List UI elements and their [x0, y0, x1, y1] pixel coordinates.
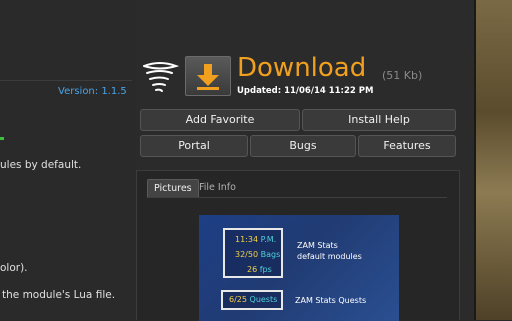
- time-value: 11:34: [235, 235, 259, 244]
- download-button[interactable]: [185, 56, 231, 96]
- tornado-icon: [143, 62, 179, 92]
- download-link[interactable]: Download: [237, 53, 366, 83]
- tab-file-info[interactable]: File Info: [193, 179, 242, 197]
- bags-label: Bags: [260, 250, 281, 259]
- background-texture: [474, 0, 512, 320]
- stats-box: 11:34 P.M. 32/50 Bags 26 fps: [223, 228, 283, 278]
- quests-label: Quests: [249, 295, 278, 304]
- caption-quests: ZAM Stats Quests: [295, 296, 367, 305]
- bags-stat: 32/50 Bags: [235, 250, 280, 259]
- portal-button[interactable]: Portal: [140, 135, 248, 157]
- fps-value: 26: [247, 265, 258, 274]
- fps-stat: 26 fps: [247, 265, 272, 274]
- description-line: olor).: [0, 262, 28, 274]
- addon-detail-panel: Version: 1.1.5 ules by default. olor). t…: [0, 0, 476, 321]
- caption-title: ZAM Stats: [297, 241, 338, 250]
- quests-box: 6/25 Quests: [221, 290, 283, 310]
- version-label: Version: 1.1.5: [58, 86, 127, 97]
- quests-stat: 6/25 Quests: [229, 295, 277, 304]
- tab-pictures[interactable]: Pictures: [147, 179, 199, 198]
- features-button[interactable]: Features: [358, 135, 456, 157]
- quests-value: 6/25: [229, 295, 247, 304]
- bugs-button[interactable]: Bugs: [250, 135, 356, 157]
- time-stat: 11:34 P.M.: [235, 235, 276, 244]
- divider: [0, 80, 132, 81]
- media-panel: Pictures File Info 11:34 P.M. 32/50 Bags…: [136, 170, 460, 321]
- fps-label: fps: [259, 265, 272, 274]
- updated-timestamp: Updated: 11/06/14 11:22 PM: [237, 86, 374, 96]
- description-column: Version: 1.1.5 ules by default. olor). t…: [0, 0, 136, 320]
- add-favorite-button[interactable]: Add Favorite: [140, 109, 300, 131]
- bags-value: 32/50: [235, 250, 259, 259]
- description-line: the module's Lua file.: [2, 289, 116, 301]
- action-buttons: Add Favorite Install Help Portal Bugs Fe…: [136, 105, 460, 159]
- screenshot-preview[interactable]: 11:34 P.M. 32/50 Bags 26 fps ZAM Stats d…: [199, 215, 399, 321]
- caption-subtitle: default modules: [297, 252, 362, 261]
- green-marker: [0, 137, 4, 140]
- tab-divider: [147, 197, 447, 198]
- caption-default-modules: ZAM Stats default modules: [297, 240, 362, 262]
- time-suffix: P.M.: [260, 235, 277, 244]
- file-size: (51 Kb): [382, 69, 423, 82]
- description-line: ules by default.: [0, 159, 82, 171]
- download-arrow-icon: [197, 64, 219, 90]
- install-help-button[interactable]: Install Help: [302, 109, 456, 131]
